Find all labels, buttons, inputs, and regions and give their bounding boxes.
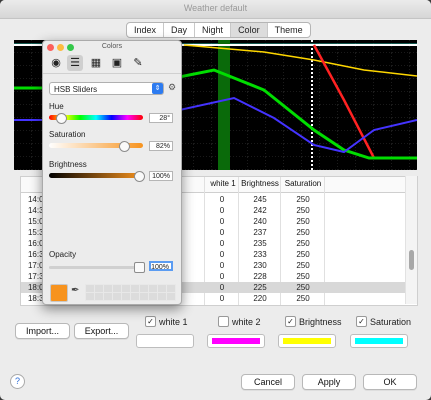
row-brightness: 242 bbox=[253, 206, 267, 215]
row-saturation: 250 bbox=[296, 228, 310, 237]
checkbox[interactable]: ✓ bbox=[145, 316, 156, 327]
export-button[interactable]: Export... bbox=[74, 323, 129, 339]
white-1-color-well[interactable] bbox=[136, 334, 194, 348]
saturation-color-well[interactable] bbox=[350, 334, 408, 348]
row-brightness: 237 bbox=[253, 228, 267, 237]
row-saturation: 250 bbox=[296, 294, 310, 303]
checkbox-label: white 1 bbox=[159, 316, 188, 327]
title-bar: Weather default bbox=[0, 0, 431, 19]
color-fill bbox=[283, 338, 331, 344]
tab-color[interactable]: Color bbox=[231, 23, 268, 37]
tab-night[interactable]: Night bbox=[195, 23, 232, 37]
row-white-1: 0 bbox=[219, 294, 225, 303]
saturation-slider-thumb[interactable] bbox=[118, 141, 130, 152]
tab-bar: Index Day Night Color Theme bbox=[126, 22, 311, 38]
color-palettes-icon[interactable]: ▦ bbox=[88, 55, 104, 71]
apply-button[interactable]: Apply bbox=[302, 374, 356, 390]
color-fill bbox=[355, 338, 403, 344]
row-saturation: 250 bbox=[296, 283, 310, 292]
colors-panel[interactable]: Colors ◉ ☰ ▦ ▣ ✎ HSB Sliders ⇕ ⚙ Hue 28°… bbox=[42, 40, 182, 305]
chevron-down-icon: ⇕ bbox=[152, 83, 163, 94]
tab-theme[interactable]: Theme bbox=[268, 23, 310, 37]
row-saturation: 250 bbox=[296, 195, 310, 204]
cancel-button[interactable]: Cancel bbox=[241, 374, 295, 390]
row-brightness: 220 bbox=[253, 294, 267, 303]
hue-slider-thumb[interactable] bbox=[55, 113, 67, 124]
table-scrollbar[interactable] bbox=[405, 176, 417, 304]
current-color-well[interactable] bbox=[50, 284, 68, 302]
opacity-label: Opacity bbox=[49, 250, 77, 259]
color-fill bbox=[212, 338, 260, 344]
opacity-slider-thumb[interactable] bbox=[134, 262, 145, 273]
scrollbar-thumb[interactable] bbox=[409, 250, 414, 270]
row-saturation: 250 bbox=[296, 217, 310, 226]
slider-mode-select[interactable]: HSB Sliders ⇕ bbox=[49, 82, 164, 95]
brightness-slider-thumb[interactable] bbox=[134, 171, 145, 182]
brightness-label: Brightness bbox=[49, 160, 87, 169]
row-brightness: 233 bbox=[253, 250, 267, 259]
opacity-value-field[interactable]: 100% bbox=[149, 261, 173, 271]
color-mode-toolbar: ◉ ☰ ▦ ▣ ✎ bbox=[43, 53, 181, 74]
column-header-saturation[interactable]: Saturation bbox=[282, 179, 324, 188]
help-button[interactable]: ? bbox=[10, 374, 25, 389]
row-brightness: 230 bbox=[253, 261, 267, 270]
row-saturation: 250 bbox=[296, 250, 310, 259]
row-brightness: 235 bbox=[253, 239, 267, 248]
opacity-slider[interactable] bbox=[49, 266, 143, 269]
row-white-1: 0 bbox=[219, 283, 225, 292]
checkbox-label: white 2 bbox=[232, 316, 261, 327]
column-header-brightness[interactable]: Brightness bbox=[240, 179, 280, 188]
channel-checkbox-white-1[interactable]: ✓ white 1 bbox=[145, 316, 188, 327]
saturation-label: Saturation bbox=[49, 130, 86, 139]
checkbox-label: Saturation bbox=[370, 316, 412, 327]
import-button[interactable]: Import... bbox=[15, 323, 70, 339]
tab-day[interactable]: Day bbox=[164, 23, 196, 37]
current-time-bar bbox=[218, 40, 230, 170]
row-white-1: 0 bbox=[219, 217, 225, 226]
row-brightness: 228 bbox=[253, 272, 267, 281]
colors-panel-title: Colors bbox=[101, 43, 123, 50]
row-saturation: 250 bbox=[296, 239, 310, 248]
checkbox[interactable] bbox=[218, 316, 229, 327]
row-saturation: 250 bbox=[296, 272, 310, 281]
white-2-color-well[interactable] bbox=[207, 334, 265, 348]
row-white-1: 0 bbox=[219, 206, 225, 215]
checkbox-label: Brightness bbox=[299, 316, 342, 327]
tab-index[interactable]: Index bbox=[127, 23, 165, 37]
checkbox[interactable]: ✓ bbox=[285, 316, 296, 327]
channel-checkbox-brightness[interactable]: ✓ Brightness bbox=[285, 316, 342, 327]
gear-icon[interactable]: ⚙ bbox=[168, 82, 176, 93]
row-saturation: 250 bbox=[296, 261, 310, 270]
checkbox[interactable]: ✓ bbox=[356, 316, 367, 327]
eyedropper-icon[interactable]: ✒ bbox=[71, 285, 79, 296]
row-brightness: 245 bbox=[253, 195, 267, 204]
window-title: Weather default bbox=[183, 3, 248, 13]
saved-color-slot[interactable] bbox=[166, 292, 176, 301]
brightness-color-well[interactable] bbox=[278, 334, 336, 348]
row-brightness: 240 bbox=[253, 217, 267, 226]
row-white-1: 0 bbox=[219, 195, 225, 204]
row-white-1: 0 bbox=[219, 228, 225, 237]
hue-label: Hue bbox=[49, 102, 64, 111]
row-white-1: 0 bbox=[219, 239, 225, 248]
color-sliders-icon[interactable]: ☰ bbox=[67, 55, 83, 71]
hue-value-field[interactable]: 28° bbox=[149, 113, 173, 123]
slider-mode-value: HSB Sliders bbox=[54, 85, 98, 94]
image-palettes-icon[interactable]: ▣ bbox=[109, 55, 125, 71]
color-wheel-icon[interactable]: ◉ bbox=[48, 55, 64, 71]
crayons-icon[interactable]: ✎ bbox=[130, 55, 146, 71]
ok-button[interactable]: OK bbox=[363, 374, 417, 390]
row-white-1: 0 bbox=[219, 272, 225, 281]
row-white-1: 0 bbox=[219, 261, 225, 270]
saturation-value-field[interactable]: 82% bbox=[149, 141, 173, 151]
row-brightness: 225 bbox=[253, 283, 267, 292]
brightness-value-field[interactable]: 100% bbox=[149, 171, 173, 181]
brightness-slider[interactable] bbox=[49, 173, 143, 178]
channel-checkbox-saturation[interactable]: ✓ Saturation bbox=[356, 316, 411, 327]
channel-checkbox-white-2[interactable]: white 2 bbox=[218, 316, 261, 327]
row-white-1: 0 bbox=[219, 250, 225, 259]
column-header-white-1[interactable]: white 1 bbox=[206, 179, 240, 188]
color-fill bbox=[141, 338, 189, 344]
row-saturation: 250 bbox=[296, 206, 310, 215]
